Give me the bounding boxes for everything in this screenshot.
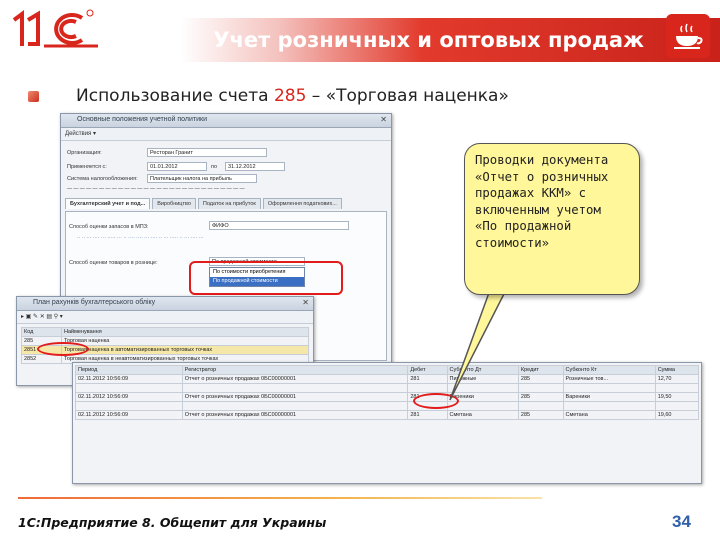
callout-note: Проводки документа «Отчет о розничных пр… bbox=[464, 143, 640, 295]
slide: Учет розничных и оптовых продаж Использо… bbox=[0, 0, 720, 540]
footer-divider bbox=[18, 497, 542, 499]
page-number: 34 bbox=[672, 512, 691, 531]
footer-caption: 1С:Предприятие 8. Общепит для Украины bbox=[18, 515, 327, 530]
